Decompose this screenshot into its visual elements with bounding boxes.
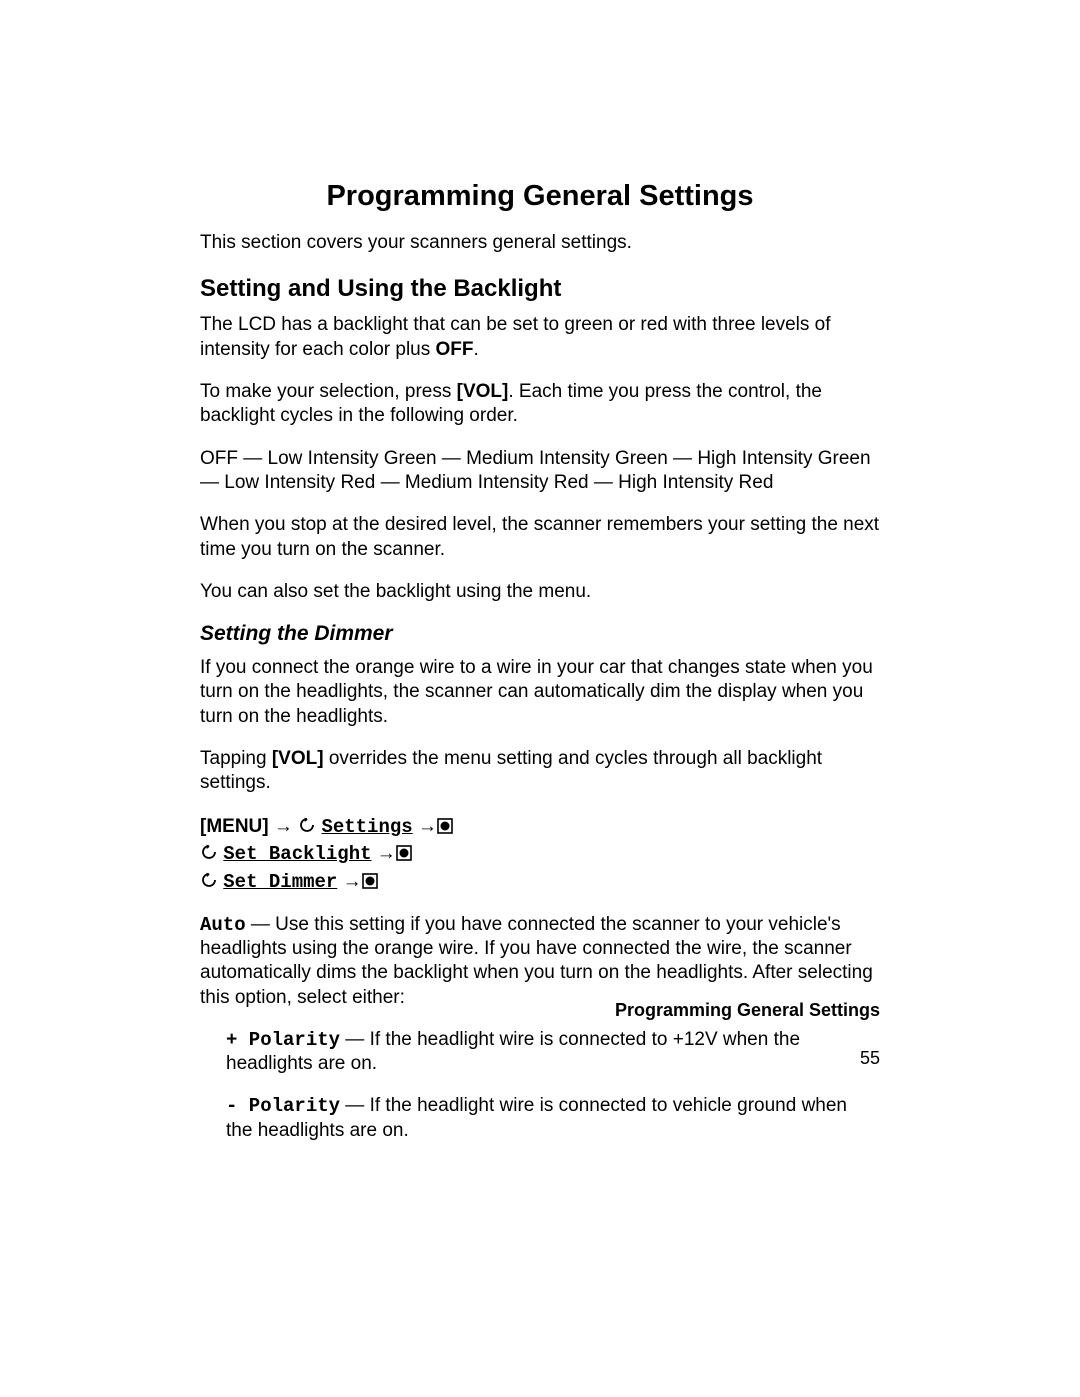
text: The LCD has a backlight that can be set … — [200, 314, 831, 359]
vol-button-label: [VOL] — [457, 381, 509, 402]
arrow-icon: → — [274, 816, 293, 837]
menu-sequence: [MENU] → Settings → Set Backlight → Set … — [200, 814, 880, 897]
scroll-icon — [298, 816, 316, 842]
menu-settings: Settings — [321, 816, 412, 838]
menu-set-backlight: Set Backlight — [223, 843, 371, 865]
scroll-icon — [200, 871, 218, 897]
menu-label: [MENU] — [200, 816, 269, 837]
auto-label: Auto — [200, 914, 246, 936]
dimmer-p2: Tapping [VOL] overrides the menu setting… — [200, 747, 880, 796]
backlight-p5: You can also set the backlight using the… — [200, 580, 880, 604]
menu-line-3: Set Dimmer → — [200, 869, 880, 897]
select-icon — [396, 843, 412, 869]
menu-line-1: [MENU] → Settings → — [200, 814, 880, 842]
arrow-icon: → — [343, 871, 362, 892]
menu-line-2: Set Backlight → — [200, 841, 880, 869]
backlight-sequence: OFF — Low Intensity Green — Medium Inten… — [200, 447, 880, 496]
text: . — [474, 339, 479, 360]
intro-text: This section covers your scanners genera… — [200, 231, 880, 255]
plus-polarity-label: + Polarity — [226, 1029, 340, 1051]
minus-polarity-label: - Polarity — [226, 1095, 340, 1117]
menu-set-dimmer: Set Dimmer — [223, 871, 337, 893]
backlight-p2: To make your selection, press [VOL]. Eac… — [200, 380, 880, 429]
scroll-icon — [200, 843, 218, 869]
backlight-p4: When you stop at the desired level, the … — [200, 513, 880, 562]
section-heading-backlight: Setting and Using the Backlight — [200, 275, 880, 303]
select-icon — [437, 816, 453, 842]
arrow-icon: → — [418, 816, 437, 837]
polarity-plus: + Polarity — If the headlight wire is co… — [226, 1028, 870, 1077]
text: Tapping — [200, 748, 272, 769]
vol-button-label: [VOL] — [272, 748, 324, 769]
auto-paragraph: Auto — Use this setting if you have conn… — [200, 913, 880, 1010]
page-number: 55 — [860, 1048, 880, 1069]
text: To make your selection, press — [200, 381, 457, 402]
dimmer-p1: If you connect the orange wire to a wire… — [200, 656, 880, 729]
select-icon — [362, 871, 378, 897]
arrow-icon: → — [377, 843, 396, 864]
footer-section-label: Programming General Settings — [300, 1000, 880, 1021]
polarity-minus: - Polarity — If the headlight wire is co… — [226, 1094, 870, 1143]
text: — Use this setting if you have connected… — [200, 914, 873, 1008]
backlight-p1: The LCD has a backlight that can be set … — [200, 313, 880, 362]
off-label: OFF — [436, 339, 474, 360]
page: Programming General Settings This sectio… — [0, 0, 1080, 1397]
page-title: Programming General Settings — [200, 180, 880, 213]
subsection-heading-dimmer: Setting the Dimmer — [200, 622, 880, 646]
